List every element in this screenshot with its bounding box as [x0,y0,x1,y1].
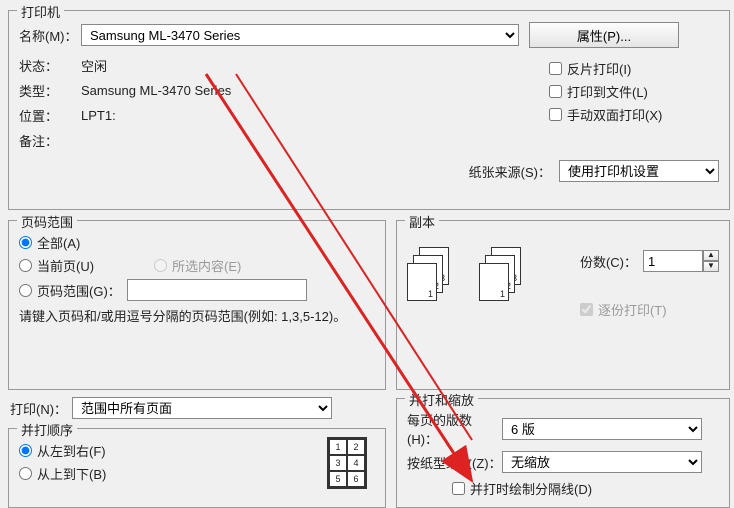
range-pages-input[interactable] [127,279,307,301]
range-current-label: 当前页(U) [37,256,94,275]
copies-title: 副本 [405,212,439,231]
page-range-title: 页码范围 [17,212,77,231]
range-pages-radio[interactable] [19,284,32,297]
range-selection-radio [154,259,167,272]
copies-spin-up[interactable]: ▲ [703,250,719,261]
range-all-label: 全部(A) [37,233,80,252]
reverse-print-label: 反片打印(I) [567,59,631,78]
collate-icon: 3 2 1 3 2 1 [407,247,523,301]
copies-count-input[interactable] [643,250,703,272]
range-all-radio[interactable] [19,236,32,249]
order-tb-radio[interactable] [19,467,32,480]
printer-name-label: 名称(M)： [19,26,81,45]
where-value: LPT1: [81,108,116,123]
status-label: 状态： [19,56,81,75]
print-what-row: 打印(N)： 范围中所有页面 [10,397,386,419]
manual-duplex-checkbox[interactable] [549,108,562,121]
scale-label: 按纸型缩放(Z)： [407,453,502,472]
scale-select[interactable]: 无缩放 [502,451,702,473]
reverse-print-checkbox[interactable] [549,62,562,75]
type-label: 类型： [19,81,81,100]
copies-group: 副本 3 2 1 3 2 1 份数(C)： ▲ ▼ [396,220,730,390]
numpad-icon: 123456 [327,437,367,489]
type-value: Samsung ML-3470 Series [81,83,231,98]
print-what-select[interactable]: 范围中所有页面 [72,397,332,419]
range-current-radio[interactable] [19,259,32,272]
draw-border-checkbox[interactable] [452,482,465,495]
paper-source-label: 纸张来源(S)： [469,162,551,181]
page-range-group: 页码范围 全部(A) 当前页(U) 所选内容(E) 页码范围(G)： 请键入页码… [8,220,386,390]
pages-per-sheet-label: 每页的版数(H)： [407,410,502,448]
printer-group: 打印机 名称(M)： Samsung ML-3470 Series 属性(P).… [8,10,730,210]
paper-source-select[interactable]: 使用打印机设置 [559,160,719,182]
collate-checkbox [580,303,593,316]
properties-button[interactable]: 属性(P)... [529,22,679,48]
range-selection-label: 所选内容(E) [172,256,241,275]
print-to-file-label: 打印到文件(L) [567,82,648,101]
collate-label: 逐份打印(T) [598,300,667,319]
pages-per-sheet-select[interactable]: 6 版 [502,418,702,440]
manual-duplex-label: 手动双面打印(X) [567,105,662,124]
comment-label: 备注： [19,131,81,150]
order-tb-label: 从上到下(B) [37,464,106,483]
where-label: 位置： [19,106,81,125]
range-pages-label: 页码范围(G)： [37,281,121,300]
printer-name-select[interactable]: Samsung ML-3470 Series [81,24,519,46]
order-group: 并打顺序 从左到右(F) 从上到下(B) 123456 [8,428,386,508]
order-lr-label: 从左到右(F) [37,441,106,460]
order-lr-radio[interactable] [19,444,32,457]
status-value: 空闲 [81,56,107,75]
print-what-label: 打印(N)： [10,399,72,418]
zoom-title: 并打和缩放 [405,390,478,409]
printer-group-title: 打印机 [17,2,64,21]
draw-border-label: 并打时绘制分隔线(D) [470,479,592,498]
order-title: 并打顺序 [17,420,77,439]
copies-spin-down[interactable]: ▼ [703,261,719,272]
zoom-group: 并打和缩放 每页的版数(H)： 6 版 按纸型缩放(Z)： 无缩放 并打时绘制分… [396,398,730,508]
print-to-file-checkbox[interactable] [549,85,562,98]
range-hint: 请键入页码和/或用逗号分隔的页码范围(例如: 1,3,5-12)。 [19,307,375,327]
copies-count-label: 份数(C)： [580,252,637,271]
